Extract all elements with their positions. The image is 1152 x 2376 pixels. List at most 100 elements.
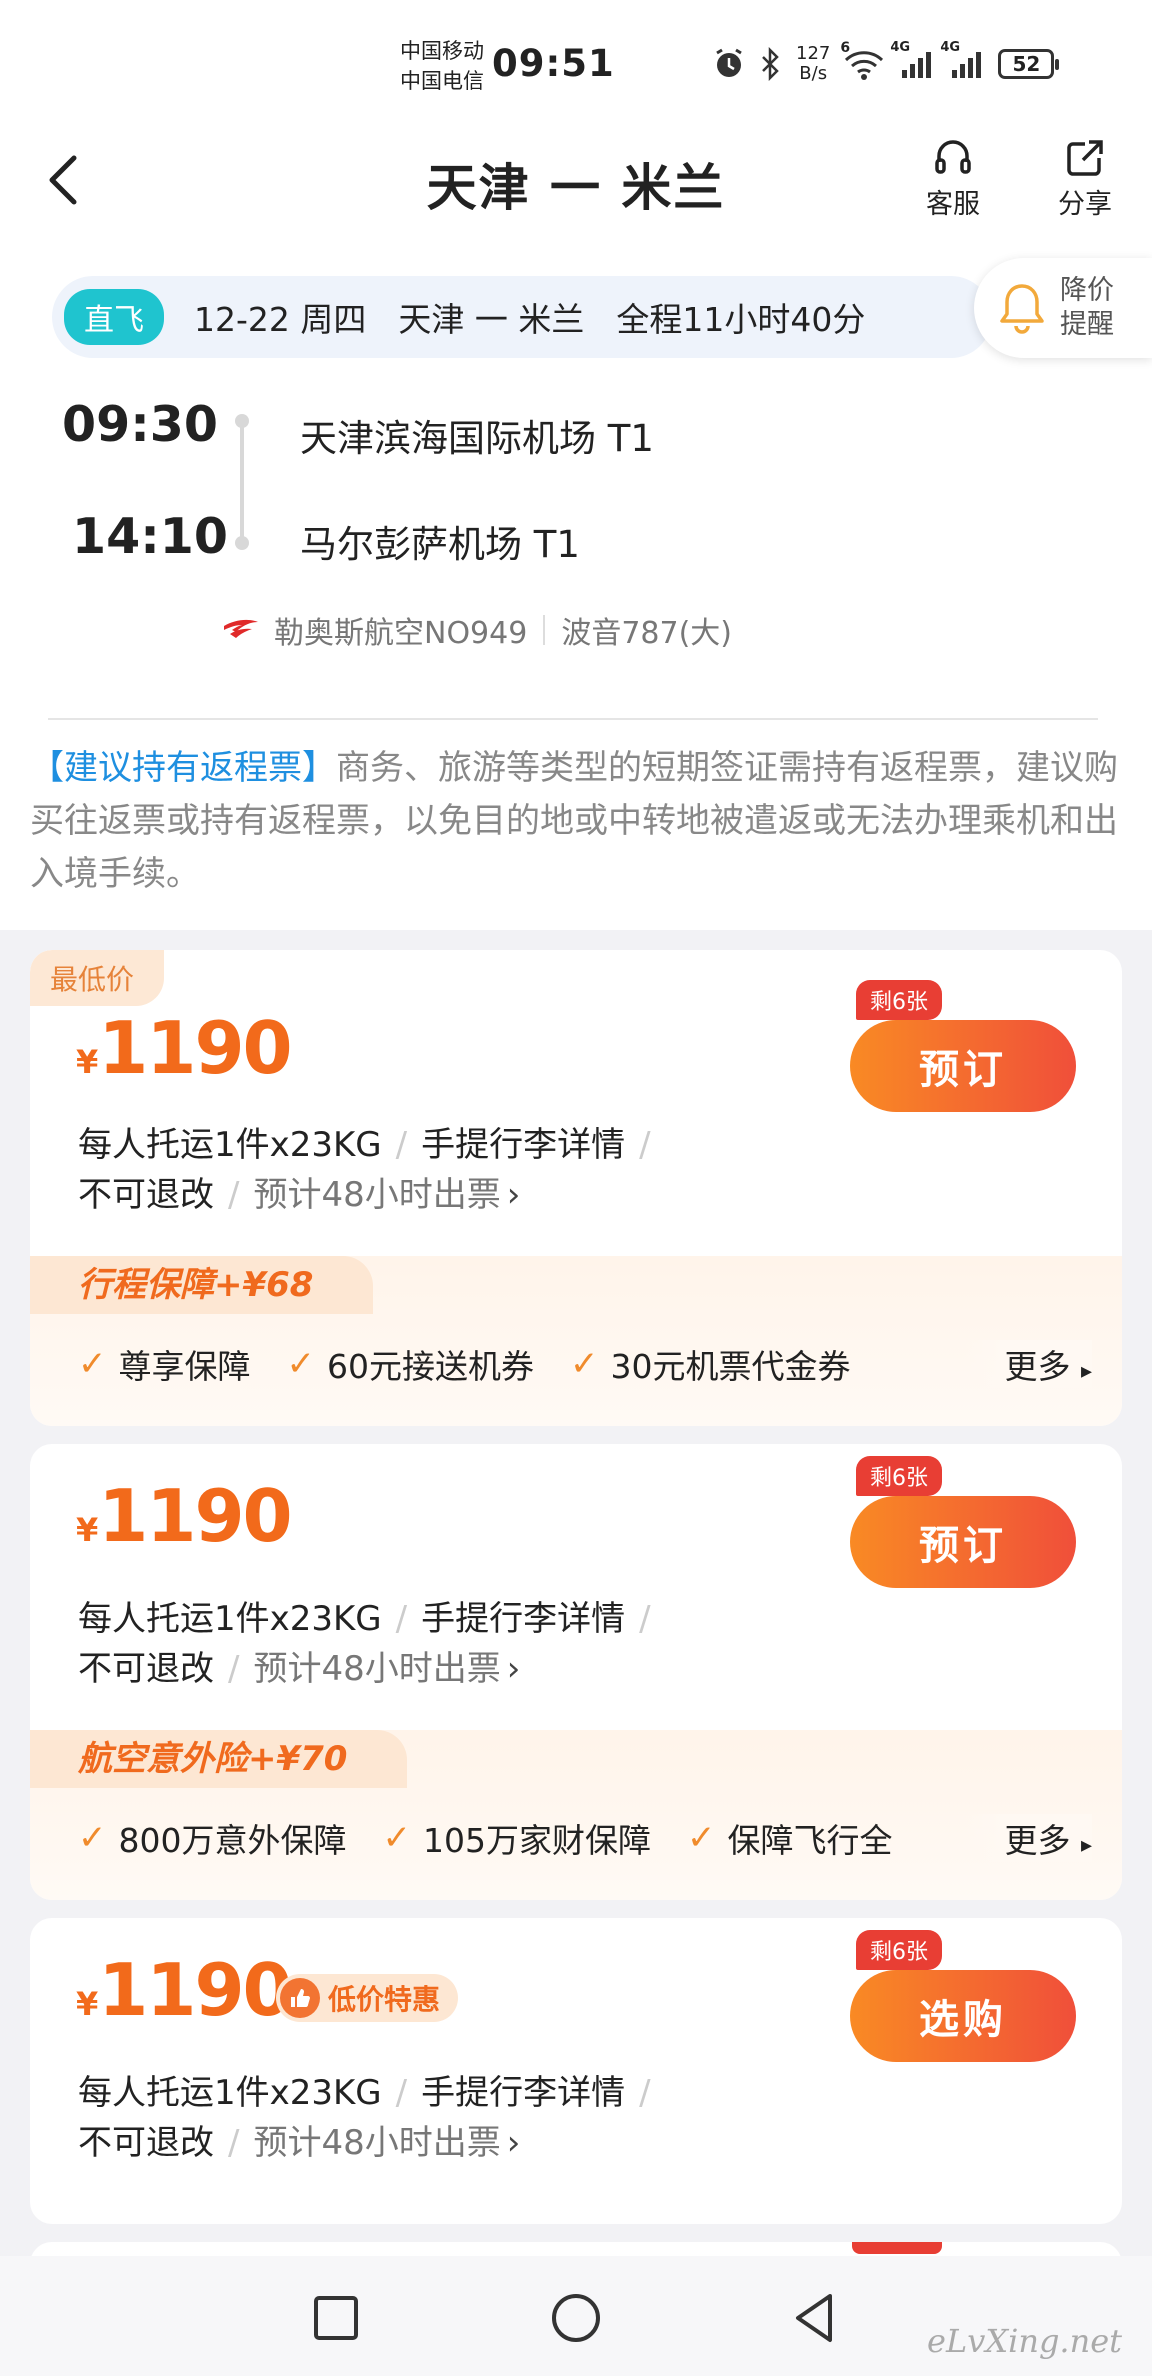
insurance-section[interactable]: 航空意外险+¥70 ✓ 800万意外保障 ✓ 105万家财保障 ✓ 保障飞行全 更多 … (30, 1730, 1122, 1900)
insurance-items: ✓ 尊享保障 ✓ 60元接送机券 ✓ 30元机票代金券 (78, 1340, 1078, 1388)
bluetooth-icon (760, 47, 782, 81)
network-speed: 127 B/s (796, 44, 830, 84)
baggage-allowance: 每人托运1件x23KG (78, 2073, 382, 2113)
carrier-info: 中国移动 中国电信 (400, 36, 484, 96)
ticketing-info-link[interactable]: 不可退改 / 预计48小时出票 › (78, 2118, 778, 2168)
signal-icon-1: 4G (890, 40, 934, 80)
remaining-tickets-badge-partial (852, 2242, 942, 2254)
ticketing-time: 预计48小时出票 (253, 1649, 501, 1689)
offer-price: ¥1190 (76, 1006, 293, 1090)
insurance-item: ✓ 30元机票代金券 (570, 1340, 851, 1388)
select-button[interactable]: 选购 (850, 1970, 1076, 2062)
baggage-allowance: 每人托运1件x23KG (78, 1599, 382, 1639)
price-currency: ¥ (76, 1043, 99, 1081)
book-button[interactable]: 预订 (850, 1496, 1076, 1588)
price-value: 1190 (98, 1474, 292, 1558)
insurance-item-label: 30元机票代金券 (610, 1347, 851, 1386)
refund-policy: 不可退改 (78, 1175, 214, 1215)
carry-on-details-link[interactable]: 手提行李详情 (421, 1599, 625, 1639)
more-button[interactable]: 更多 ▸ (964, 1814, 1092, 1862)
ticketing-time: 预计48小时出票 (253, 1175, 501, 1215)
price-value: 1190 (98, 1948, 292, 2032)
alarm-icon (712, 47, 746, 81)
price-value: 1190 (98, 1006, 292, 1090)
flight-summary: 直飞 12-22 周四 天津 一 米兰 全程11小时40分 (52, 276, 992, 358)
return-ticket-notice: 【建议持有返程票】商务、旅游等类型的短期签证需持有返程票，建议购买往返票或持有返… (30, 742, 1120, 901)
back-button[interactable] (44, 150, 84, 210)
more-button[interactable]: 更多 ▸ (964, 1340, 1092, 1388)
flight-date: 12-22 周四 (194, 300, 367, 339)
check-icon: ✓ (78, 1818, 107, 1858)
refund-policy: 不可退改 (78, 2123, 214, 2163)
share-button[interactable]: 分享 (1040, 136, 1130, 221)
departure-airport: 天津滨海国际机场 T1 (300, 417, 654, 460)
network-speed-value: 127 (796, 43, 831, 64)
remaining-tickets-badge: 剩6张 (856, 1930, 942, 1970)
carrier-2: 中国电信 (400, 69, 484, 93)
price-alert-label-2: 提醒 (1060, 309, 1114, 340)
check-icon: ✓ (570, 1344, 599, 1384)
signal-icon-2: 4G (940, 40, 984, 80)
insurance-item-label: 60元接送机券 (327, 1347, 534, 1386)
book-button[interactable]: 预订 (850, 1020, 1076, 1112)
wifi-version: 6 (840, 40, 851, 56)
chevron-right-icon: › (506, 1175, 521, 1215)
carry-on-details-link[interactable]: 手提行李详情 (421, 2073, 625, 2113)
insurance-title: 行程保障+¥68 (30, 1256, 374, 1314)
insurance-item: ✓ 60元接送机券 (287, 1340, 535, 1388)
carry-on-details-link[interactable]: 手提行李详情 (421, 1125, 625, 1165)
baggage-allowance: 每人托运1件x23KG (78, 1125, 382, 1165)
arrival-time: 14:10 (72, 508, 228, 565)
insurance-item-label: 105万家财保障 (423, 1821, 651, 1860)
refund-policy: 不可退改 (78, 1649, 214, 1689)
ticketing-info-link[interactable]: 不可退改 / 预计48小时出票 › (78, 1644, 778, 1694)
ticketing-info-link[interactable]: 不可退改 / 预计48小时出票 › (78, 1170, 778, 1220)
offer-card: ¥1190 剩6张 预订 每人托运1件x23KG / 手提行李详情 / 不可退改 / 预计… (30, 1444, 1122, 1900)
back-nav-button[interactable] (786, 2288, 846, 2348)
headset-icon (931, 136, 975, 180)
network-speed-unit: B/s (799, 63, 828, 84)
arrival-airport: 马尔彭萨机场 T1 (300, 523, 580, 566)
insurance-item-label: 保障飞行全 (727, 1821, 893, 1860)
section-divider (48, 718, 1098, 720)
offer-card: ¥1190 低价特惠 剩6张 选购 每人托运1件x23KG / 手提行李详情 / 不可… (30, 1918, 1122, 2224)
airline-info: 勒奥斯航空NO949 波音787(大) (222, 608, 732, 652)
insurance-item: ✓ 800万意外保障 (78, 1814, 347, 1862)
ticketing-time: 预计48小时出票 (253, 2123, 501, 2163)
status-time: 09:51 (492, 42, 615, 85)
low-price-badge: 低价特惠 (276, 1974, 459, 2022)
home-button[interactable] (546, 2288, 606, 2348)
offer-rules: 每人托运1件x23KG / 手提行李详情 / 不可退改 / 预计48小时出票 › (78, 1120, 778, 1220)
wifi-icon: 6 (840, 40, 884, 80)
offer-rules: 每人托运1件x23KG / 手提行李详情 / 不可退改 / 预计48小时出票 › (78, 1594, 778, 1694)
carrier-1: 中国移动 (400, 39, 484, 63)
insurance-section[interactable]: 行程保障+¥68 ✓ 尊享保障 ✓ 60元接送机券 ✓ 30元机票代金券 更多 ▸ (30, 1256, 1122, 1426)
thumbs-up-icon (280, 1978, 320, 2018)
price-alert-button[interactable]: 降价 提醒 (974, 258, 1152, 358)
more-label: 更多 (1004, 1347, 1071, 1386)
insurance-item: ✓ 105万家财保障 (383, 1814, 652, 1862)
price-alert-label-1: 降价 (1060, 275, 1114, 306)
flight-route: 天津 一 米兰 (398, 300, 585, 339)
signal-type-1: 4G (890, 40, 911, 55)
insurance-item: ✓ 尊享保障 (78, 1340, 251, 1388)
low-price-badge-label: 低价特惠 (328, 1983, 441, 2016)
insurance-item: ✓ 保障飞行全 (687, 1814, 893, 1862)
timeline-line (240, 422, 244, 538)
lowest-price-tag: 最低价 (30, 950, 165, 1006)
insurance-item-label: 800万意外保障 (118, 1821, 347, 1860)
airline-separator (543, 615, 546, 645)
airline-logo-icon (222, 618, 260, 642)
offer-rules: 每人托运1件x23KG / 手提行李详情 / 不可退改 / 预计48小时出票 › (78, 2068, 778, 2168)
battery-indicator: 52 (998, 49, 1060, 79)
check-icon: ✓ (687, 1818, 716, 1858)
customer-service-label: 客服 (926, 189, 980, 220)
customer-service-button[interactable]: 客服 (908, 136, 998, 221)
offer-card: 最低价 ¥1190 剩6张 预订 每人托运1件x23KG / 手提行李详情 / 不可退… (30, 950, 1122, 1426)
aircraft-type: 波音787(大) (561, 616, 732, 651)
check-icon: ✓ (78, 1344, 107, 1384)
recent-apps-button[interactable] (306, 2288, 366, 2348)
airline-flight-number: 勒奥斯航空NO949 (274, 616, 528, 651)
insurance-items: ✓ 800万意外保障 ✓ 105万家财保障 ✓ 保障飞行全 (78, 1814, 1078, 1862)
watermark: eLvXing.net (927, 2322, 1122, 2360)
